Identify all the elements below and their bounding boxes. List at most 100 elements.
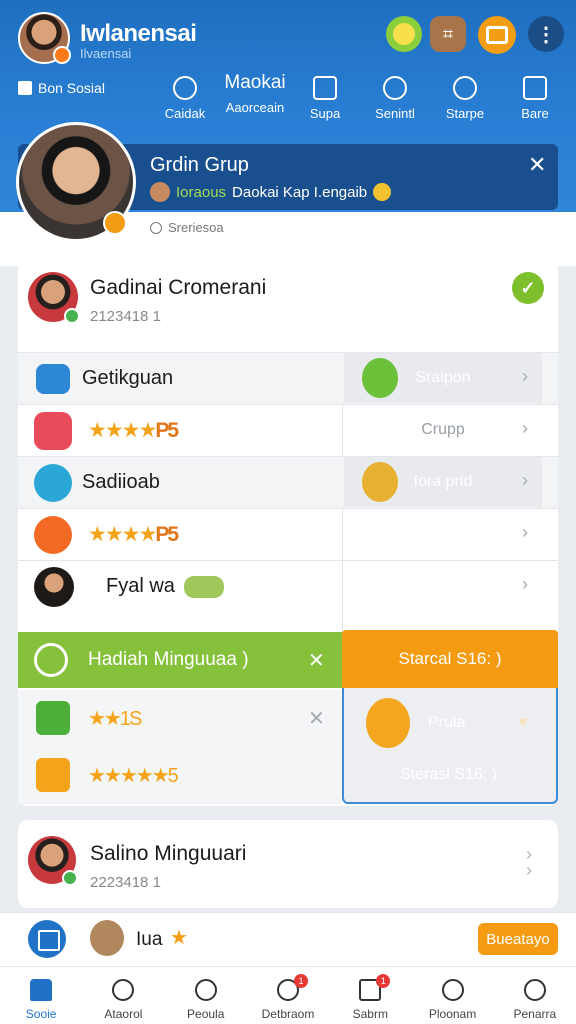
user-icon — [194, 979, 217, 1001]
reward-stars: ★★★★★5 — [88, 764, 179, 787]
tab-caidak[interactable]: Caidak — [150, 76, 220, 121]
tab-label: Supa — [309, 106, 341, 121]
panel-label: Prula — [428, 714, 466, 731]
emoji-icon[interactable] — [386, 16, 422, 52]
row-right-label: Sraipon — [415, 369, 471, 386]
tab-label: Senintl — [375, 106, 415, 121]
heart-icon[interactable]: ♥ — [518, 714, 528, 732]
star-icon: ★ — [170, 927, 188, 949]
list-item-right[interactable]: Sraipon — [344, 353, 542, 403]
reward-row[interactable]: ★★★★★5 — [18, 746, 342, 804]
tab-label: Bare — [521, 106, 549, 121]
start-button[interactable]: Starcal S16: ) — [342, 630, 558, 688]
app-title: Iwlanensai — [80, 20, 197, 47]
status-text: Sreriesoa — [150, 220, 224, 235]
smile-icon — [34, 515, 72, 554]
tab-starpe[interactable]: Starpe — [430, 76, 500, 121]
gift-box-icon — [36, 701, 70, 735]
tab-bar: Caidak Maokai Aaorceain Supa Senintl Sta… — [150, 72, 570, 121]
list-item[interactable]: Fyal wa — [18, 560, 558, 612]
group-label[interactable]: Bon Sosial — [18, 80, 105, 96]
document-icon — [34, 463, 72, 502]
stars: ★★★★ — [88, 419, 157, 442]
list-item-right[interactable]: Iora prid — [344, 457, 542, 507]
nav-bell[interactable]: Ploonam — [411, 967, 493, 1024]
weekly-reward-bar[interactable]: Hadiah Minguuaa ) ✕ — [18, 632, 342, 688]
nav-inbox[interactable]: 1 Sabrm — [329, 967, 411, 1024]
tab-heading: Maokai — [224, 72, 286, 93]
close-icon[interactable]: ✕ — [528, 152, 546, 178]
tab-supa[interactable]: Supa — [290, 76, 360, 121]
reward-icon — [34, 643, 68, 677]
nav-chat[interactable]: 1 Detbraom — [247, 967, 329, 1024]
reward-panel[interactable]: Prula ♥ Sterasl S16: ) — [342, 688, 558, 804]
profile-avatar[interactable] — [28, 272, 80, 324]
tab-maokai[interactable]: Maokai Aaorceain — [220, 72, 290, 121]
banner-highlight: Ioraous — [176, 183, 227, 201]
reward-row[interactable]: ★★1S ✕ — [18, 690, 342, 746]
chevron-right-icon[interactable]: › — [522, 522, 528, 543]
group-photo[interactable] — [16, 122, 136, 242]
panel-label: Sterasl S16: ) — [400, 766, 497, 783]
award-icon — [383, 76, 407, 100]
reward-title: Hadiah Minguuaa ) — [88, 649, 249, 670]
nav-label: Penarra — [513, 1007, 557, 1021]
profile-icon — [523, 979, 546, 1001]
bell-icon — [441, 979, 464, 1001]
calendar-icon[interactable] — [28, 920, 66, 958]
mini-avatar — [150, 182, 170, 202]
rating-stars: ★★★★P5 — [88, 418, 179, 443]
friend-avatar — [34, 566, 74, 607]
like-icon — [313, 76, 337, 100]
coin-icon — [373, 183, 392, 201]
row-right-label: Crupp — [421, 421, 465, 438]
list-item[interactable]: ★★★★P5 — [18, 508, 558, 560]
chevron-right-icon[interactable]: › — [522, 418, 528, 439]
chevron-right-icon[interactable]: › — [522, 470, 528, 491]
check-icon[interactable]: ✓ — [512, 272, 544, 304]
user-avatar[interactable] — [18, 12, 71, 64]
mascot-icon — [362, 358, 398, 398]
nav-people[interactable]: Peoula — [165, 967, 247, 1024]
shield-icon — [112, 979, 135, 1001]
verified-badge — [64, 308, 80, 324]
emoji-icon — [366, 698, 410, 748]
nav-shield[interactable]: Ataorol — [82, 967, 164, 1024]
tag-icon[interactable]: ⌗ — [430, 16, 466, 52]
notification-badge: 1 — [376, 974, 391, 988]
bottom-nav: Sooie Ataorol Peoula 1 Detbraom 1 Sabrm … — [0, 966, 576, 1024]
row-label: Fyal wa — [106, 575, 175, 597]
action-button[interactable]: Bueatayo — [478, 923, 558, 955]
profile-name: Salino Minguuari — [90, 842, 247, 865]
store-icon[interactable] — [478, 16, 516, 54]
game-icon — [34, 411, 72, 450]
tab-label: Starpe — [445, 106, 485, 121]
profile-avatar[interactable] — [28, 836, 78, 886]
banner-sub-text: Daokai Kap I.engaib — [232, 183, 368, 201]
close-icon[interactable]: ✕ — [308, 706, 325, 731]
close-icon[interactable]: ✕ — [308, 648, 325, 673]
nav-label: Sabrm — [352, 1007, 388, 1021]
action-text: Iua — [136, 929, 163, 950]
tab-senintl[interactable]: Senintl — [360, 76, 430, 121]
nav-label: Sooie — [25, 1007, 57, 1021]
list-item-right[interactable]: Crupp — [344, 405, 542, 455]
nav-label: Detbraom — [261, 1007, 315, 1021]
chevron-right-icon[interactable]: › — [522, 366, 528, 387]
row-label: Sadiioab — [82, 471, 160, 493]
stars: ★★★★ — [88, 523, 157, 546]
status-label: Sreriesoa — [168, 220, 224, 235]
chevron-right-icon[interactable]: › — [522, 574, 528, 595]
nav-profile[interactable]: Penarra — [494, 967, 576, 1024]
profile-id: 2223418 1 — [90, 874, 161, 891]
tab-label: Caidak — [164, 106, 206, 121]
friend-avatar[interactable] — [90, 920, 124, 956]
nav-home[interactable]: Sooie — [0, 967, 82, 1024]
gift-icon — [36, 758, 70, 792]
nav-label: Peoula — [187, 1007, 225, 1021]
group-label-text: Bon Sosial — [38, 80, 105, 96]
rating-stars: ★★★★P5 — [88, 522, 179, 547]
more-menu-icon[interactable]: ⋮ — [528, 16, 564, 52]
tab-bare[interactable]: Bare — [500, 76, 570, 121]
expand-icon[interactable]: › › — [526, 845, 532, 879]
